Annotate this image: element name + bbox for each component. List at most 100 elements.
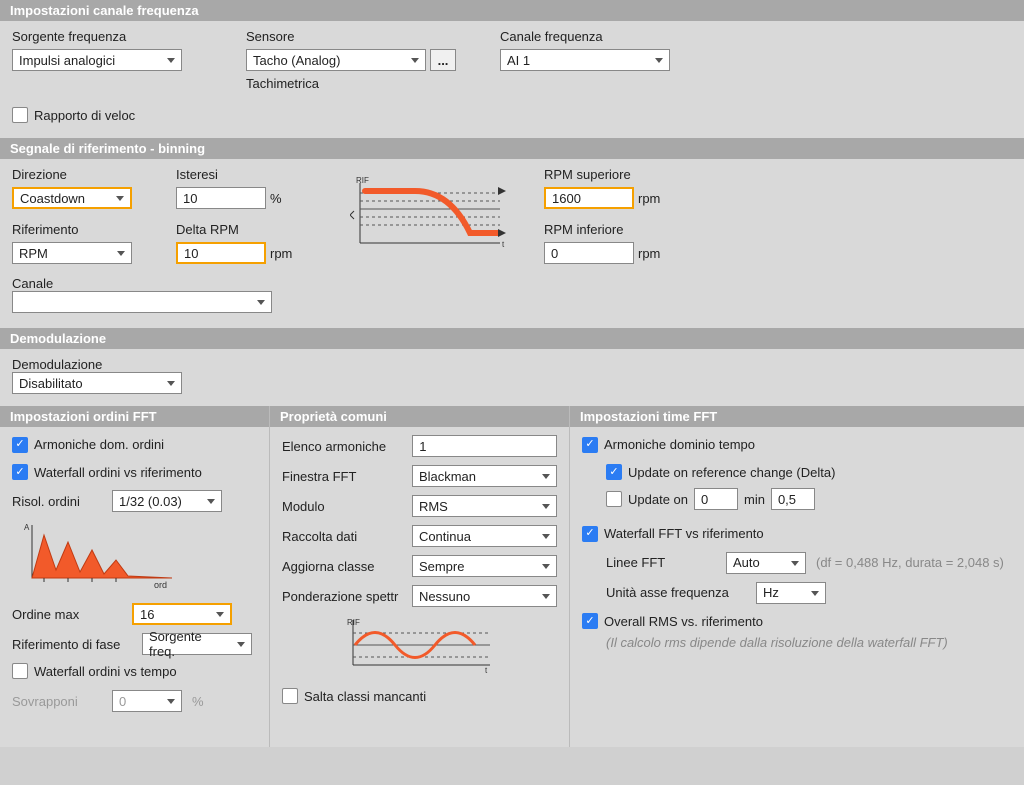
speed-ratio-label: Rapporto di veloc — [34, 108, 135, 123]
svg-text:RIF: RIF — [356, 176, 369, 185]
delta-rpm-unit: rpm — [270, 246, 292, 261]
reference-select[interactable]: RPM — [12, 242, 132, 264]
phase-ref-select[interactable]: Sorgente freq. — [142, 633, 252, 655]
update-on-checkbox[interactable]: Update on — [606, 491, 688, 507]
fft-lines-label: Linee FFT — [606, 555, 716, 570]
rpm-lower-unit: rpm — [638, 246, 660, 261]
svg-text:t: t — [485, 666, 488, 675]
rpm-upper-input[interactable]: 1600 — [544, 187, 634, 209]
data-collection-select[interactable]: Continua — [412, 525, 557, 547]
harmonic-list-input[interactable]: 1 — [412, 435, 557, 457]
speed-ratio-checkbox[interactable]: Rapporto di veloc — [12, 107, 135, 123]
section-header-common: Proprietà comuni — [270, 406, 569, 427]
freq-channel-label: Canale frequenza — [500, 29, 710, 44]
update-on-value2-input[interactable]: 0,5 — [771, 488, 815, 510]
canale-select[interactable] — [12, 291, 272, 313]
order-spectrum-graphic: A ord — [22, 520, 182, 590]
modulo-label: Modulo — [282, 499, 402, 514]
overall-rms-hint: (Il calcolo rms dipende dalla risoluzion… — [582, 635, 1012, 650]
order-max-select[interactable]: 16 — [132, 603, 232, 625]
skip-missing-classes-checkbox[interactable]: Salta classi mancanti — [282, 688, 426, 704]
section-header-demod: Demodulazione — [0, 328, 1024, 349]
checkbox-icon — [606, 491, 622, 507]
hysteresis-input[interactable]: 10 — [176, 187, 266, 209]
section-header-freq: Impostazioni canale frequenza — [0, 0, 1024, 21]
freq-axis-unit-select[interactable]: Hz — [756, 582, 826, 604]
svg-text:ord: ord — [154, 580, 167, 590]
order-max-label: Ordine max — [12, 607, 122, 622]
checkbox-icon — [582, 526, 598, 542]
fft-lines-hint: (df = 0,488 Hz, durata = 2,048 s) — [816, 555, 1004, 570]
svg-text:t: t — [502, 240, 505, 249]
reference-label: Riferimento — [12, 222, 152, 237]
order-resolution-select[interactable]: 1/32 (0.03) — [112, 490, 222, 512]
hysteresis-unit: % — [270, 191, 282, 206]
time-waveform-graphic: RIF t — [345, 615, 495, 675]
order-harmonics-label: Armoniche dom. ordini — [34, 437, 164, 452]
update-on-ref-change-label: Update on reference change (Delta) — [628, 465, 835, 480]
binning-graphic: RIF t — [350, 173, 510, 253]
rpm-lower-input[interactable]: 0 — [544, 242, 634, 264]
overlap-unit: % — [192, 694, 204, 709]
fft-lines-select[interactable]: Auto — [726, 552, 806, 574]
update-on-value-input[interactable]: 0 — [694, 488, 738, 510]
section-header-ref: Segnale di riferimento - binning — [0, 138, 1024, 159]
modulo-select[interactable]: RMS — [412, 495, 557, 517]
spectral-weight-label: Ponderazione spettr — [282, 589, 402, 604]
waterfall-fft-ref-label: Waterfall FFT vs riferimento — [604, 526, 764, 541]
checkbox-icon — [12, 437, 28, 453]
sensor-browse-button[interactable]: ... — [430, 49, 456, 71]
sensor-subtype: Tachimetrica — [246, 76, 476, 91]
sensor-label: Sensore — [246, 29, 476, 44]
demod-label: Demodulazione — [12, 357, 102, 372]
overlap-label: Sovrapponi — [12, 694, 102, 709]
delta-rpm-label: Delta RPM — [176, 222, 326, 237]
checkbox-icon — [282, 688, 298, 704]
waterfall-order-time-label: Waterfall ordini vs tempo — [34, 664, 177, 679]
waterfall-order-ref-checkbox[interactable]: Waterfall ordini vs riferimento — [12, 464, 202, 480]
time-harmonics-label: Armoniche dominio tempo — [604, 437, 755, 452]
freq-source-select[interactable]: Impulsi analogici — [12, 49, 182, 71]
checkbox-icon — [606, 464, 622, 480]
sensor-select[interactable]: Tacho (Analog) — [246, 49, 426, 71]
data-collection-label: Raccolta dati — [282, 529, 402, 544]
update-on-ref-change-checkbox[interactable]: Update on reference change (Delta) — [606, 464, 835, 480]
section-header-time-fft: Impostazioni time FFT — [570, 406, 1024, 427]
phase-ref-label: Riferimento di fase — [12, 637, 132, 652]
freq-source-label: Sorgente frequenza — [12, 29, 222, 44]
overlap-select[interactable]: 0 — [112, 690, 182, 712]
freq-axis-unit-label: Unità asse frequenza — [606, 585, 746, 600]
checkbox-icon — [12, 107, 28, 123]
waterfall-order-time-checkbox[interactable]: Waterfall ordini vs tempo — [12, 663, 177, 679]
skip-missing-classes-label: Salta classi mancanti — [304, 689, 426, 704]
order-harmonics-checkbox[interactable]: Armoniche dom. ordini — [12, 437, 164, 453]
harmonic-list-label: Elenco armoniche — [282, 439, 402, 454]
canale-label: Canale — [12, 276, 53, 291]
freq-channel-select[interactable]: AI 1 — [500, 49, 670, 71]
checkbox-icon — [12, 663, 28, 679]
hysteresis-label: Isteresi — [176, 167, 326, 182]
order-resolution-label: Risol. ordini — [12, 494, 102, 509]
waterfall-fft-ref-checkbox[interactable]: Waterfall FFT vs riferimento — [582, 526, 764, 542]
delta-rpm-input[interactable]: 10 — [176, 242, 266, 264]
checkbox-icon — [12, 464, 28, 480]
checkbox-icon — [582, 613, 598, 629]
section-header-order-fft: Impostazioni ordini FFT — [0, 406, 269, 427]
update-on-label: Update on — [628, 492, 688, 507]
fft-window-select[interactable]: Blackman — [412, 465, 557, 487]
update-class-select[interactable]: Sempre — [412, 555, 557, 577]
overall-rms-label: Overall RMS vs. riferimento — [604, 614, 763, 629]
demod-select[interactable]: Disabilitato — [12, 372, 182, 394]
checkbox-icon — [582, 437, 598, 453]
overall-rms-checkbox[interactable]: Overall RMS vs. riferimento — [582, 613, 763, 629]
rpm-lower-label: RPM inferiore — [544, 222, 714, 237]
rpm-upper-label: RPM superiore — [544, 167, 714, 182]
time-harmonics-checkbox[interactable]: Armoniche dominio tempo — [582, 437, 755, 453]
update-on-unit: min — [744, 492, 765, 507]
fft-window-label: Finestra FFT — [282, 469, 402, 484]
direction-select[interactable]: Coastdown — [12, 187, 132, 209]
svg-text:A: A — [24, 523, 30, 532]
spectral-weight-select[interactable]: Nessuno — [412, 585, 557, 607]
update-class-label: Aggiorna classe — [282, 559, 402, 574]
rpm-upper-unit: rpm — [638, 191, 660, 206]
